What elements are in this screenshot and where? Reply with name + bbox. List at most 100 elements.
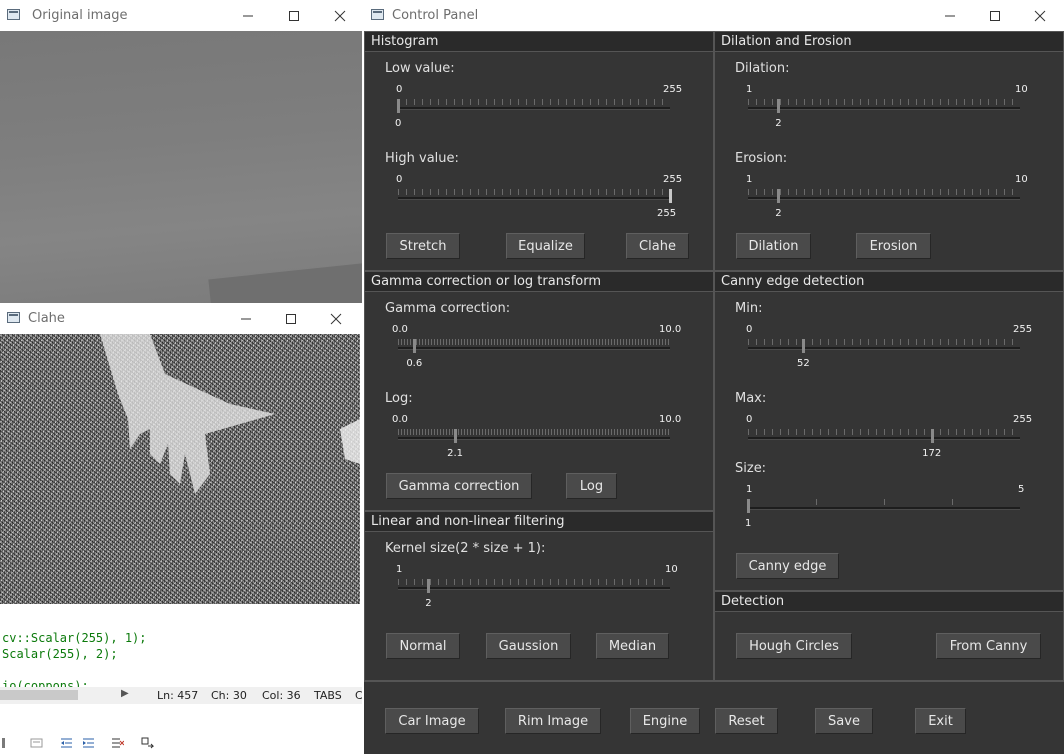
outdent-icon[interactable]: [60, 737, 73, 749]
exit-button[interactable]: Exit: [915, 708, 966, 734]
gamma-correction-button[interactable]: Gamma correction: [386, 473, 532, 499]
canny-min-slider[interactable]: [748, 338, 1020, 358]
from-canny-button[interactable]: From Canny: [936, 633, 1041, 659]
window-title: Control Panel: [392, 8, 479, 23]
slider-track: [748, 507, 1020, 510]
slider-value-label: 2: [425, 598, 432, 609]
slider-ticks: [748, 189, 1020, 195]
slider-min-label: 0.0: [392, 324, 408, 335]
stretch-button[interactable]: Stretch: [386, 233, 460, 259]
slider-ticks: [398, 99, 670, 105]
canny-max-slider[interactable]: [748, 428, 1020, 448]
window-icon: [7, 312, 20, 323]
maximize-icon[interactable]: [973, 0, 1017, 31]
slider-handle[interactable]: [397, 99, 400, 113]
slider-track: [398, 587, 670, 590]
toolbar-edge-icon[interactable]: [2, 737, 15, 749]
reset-button[interactable]: Reset: [715, 708, 778, 734]
high-value-slider[interactable]: [398, 188, 672, 208]
hough-circles-button[interactable]: Hough Circles: [736, 633, 852, 659]
save-button[interactable]: Save: [815, 708, 873, 734]
slider-handle[interactable]: [930, 429, 934, 443]
code-line: Scalar(255), 2);: [2, 647, 118, 661]
title-bar[interactable]: Original image: [0, 0, 362, 31]
horizontal-scrollbar[interactable]: [0, 690, 78, 700]
slider-ticks: [398, 579, 670, 585]
title-bar[interactable]: Control Panel: [364, 0, 1064, 31]
slider-handle[interactable]: [777, 99, 781, 113]
group-title: Detection: [715, 592, 1063, 612]
close-icon[interactable]: [1018, 0, 1062, 31]
canny-edge-button[interactable]: Canny edge: [736, 553, 839, 579]
window-title: Original image: [32, 8, 128, 23]
slider-min-label: 1: [746, 84, 753, 95]
slider-ticks: [398, 339, 670, 345]
slider-handle[interactable]: [777, 189, 781, 203]
maximize-icon[interactable]: [272, 0, 316, 31]
gaussian-button[interactable]: Gaussion: [486, 633, 571, 659]
close-icon[interactable]: [314, 303, 358, 334]
canny-max-label: Max:: [735, 391, 767, 406]
line-number: Ln: 457: [157, 689, 199, 702]
slider-track: [398, 437, 670, 440]
rim-image-button[interactable]: Rim Image: [505, 708, 601, 734]
median-button[interactable]: Median: [596, 633, 669, 659]
dilation-slider[interactable]: [748, 98, 1020, 118]
slider-value-label: 0: [395, 118, 402, 129]
code-editor[interactable]: cv::Scalar(255), 1); Scalar(255), 2); io…: [0, 604, 362, 753]
minimize-icon[interactable]: [928, 0, 972, 31]
log-label: Log:: [385, 391, 413, 406]
slider-value-label: 1: [745, 518, 752, 529]
gamma-slider[interactable]: [398, 338, 670, 358]
erosion-button[interactable]: Erosion: [856, 233, 931, 259]
original-image-view[interactable]: [0, 31, 362, 303]
minimize-icon[interactable]: [224, 303, 268, 334]
slider-handle[interactable]: [747, 499, 750, 513]
erosion-slider[interactable]: [748, 188, 1020, 208]
list-remove-icon[interactable]: [111, 737, 124, 749]
dilation-label: Dilation:: [735, 61, 790, 76]
log-button[interactable]: Log: [566, 473, 617, 499]
equalize-button[interactable]: Equalize: [506, 233, 585, 259]
low-value-slider[interactable]: [397, 98, 670, 118]
slider-value-label: 2: [775, 118, 782, 129]
car-image-button[interactable]: Car Image: [385, 708, 479, 734]
canny-min-label: Min:: [735, 301, 763, 316]
indent-icon[interactable]: [82, 737, 95, 749]
slider-ticks: [748, 99, 1020, 105]
histogram-group: Histogram Low value: 0 255 0 High value:…: [364, 31, 714, 271]
slider-max-label: 255: [663, 174, 683, 185]
slider-max-label: 10: [665, 564, 678, 575]
slider-min-label: 1: [396, 564, 403, 575]
canny-size-slider[interactable]: [747, 498, 1020, 518]
code-line: io(coppons);: [2, 679, 89, 687]
slider-handle[interactable]: [454, 429, 458, 443]
clahe-button[interactable]: Clahe: [626, 233, 689, 259]
slider-handle[interactable]: [413, 339, 417, 353]
scroll-right-icon[interactable]: ▶: [121, 688, 129, 699]
engine-button[interactable]: Engine: [630, 708, 700, 734]
title-bar[interactable]: Clahe: [0, 303, 362, 334]
group-title: Canny edge detection: [715, 272, 1063, 292]
slider-ticks: [398, 429, 670, 435]
control-panel-window: Control Panel Histogram Low value: 0 255…: [364, 0, 1064, 754]
column-number: Col: 36: [262, 689, 301, 702]
maximize-icon[interactable]: [269, 303, 313, 334]
log-slider[interactable]: [398, 428, 670, 448]
slider-handle[interactable]: [802, 339, 806, 353]
slider-handle[interactable]: [669, 189, 672, 203]
slider-track: [748, 437, 1020, 440]
minimize-icon[interactable]: [226, 0, 270, 31]
dilation-button[interactable]: Dilation: [736, 233, 811, 259]
comment-icon[interactable]: [30, 737, 43, 749]
normal-button[interactable]: Normal: [386, 633, 460, 659]
kernel-size-slider[interactable]: [398, 578, 670, 598]
editor-toolbar: [0, 734, 362, 753]
close-icon[interactable]: [318, 0, 362, 31]
slider-handle[interactable]: [427, 579, 431, 593]
wrap-icon[interactable]: [141, 737, 154, 749]
slider-ticks: [398, 189, 670, 195]
high-value-label: High value:: [385, 151, 459, 166]
slider-max-label: 10.0: [659, 324, 682, 335]
clahe-image-view[interactable]: [0, 334, 360, 604]
